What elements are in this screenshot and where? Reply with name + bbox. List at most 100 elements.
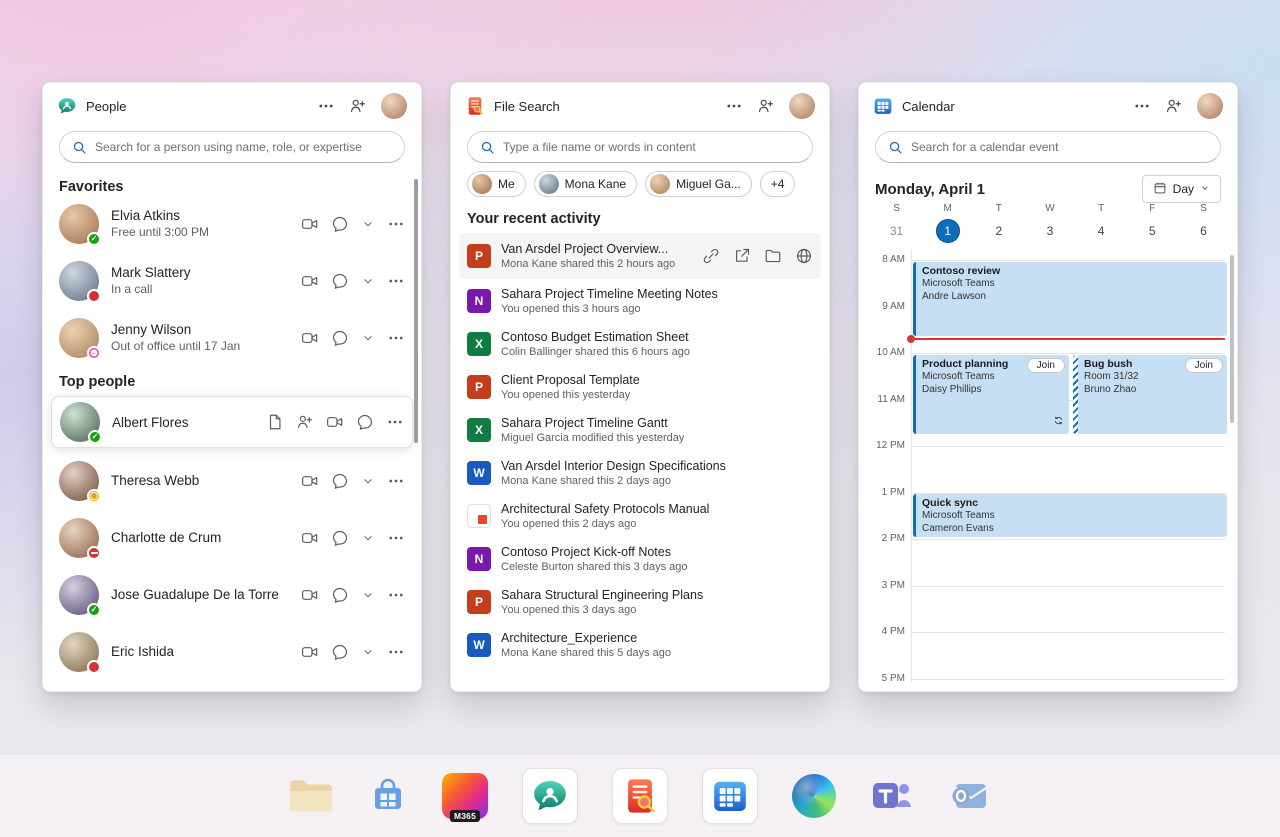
person-add-icon[interactable] (1165, 97, 1183, 115)
filter-chip-more[interactable]: +4 (760, 171, 796, 197)
account-avatar[interactable] (789, 93, 815, 119)
more-icon[interactable] (387, 329, 405, 347)
person-row[interactable]: Mark Slattery In a call (59, 252, 405, 309)
person-row[interactable]: Jenny Wilson Out of office until 17 Jan (59, 309, 405, 366)
more-icon[interactable] (387, 272, 405, 290)
person-row-selected[interactable]: Albert Flores (51, 396, 413, 448)
filter-chip-person[interactable]: Mona Kane (534, 171, 637, 197)
person-row[interactable]: Charlotte de Crum (59, 509, 405, 566)
chevron-down-icon[interactable] (361, 645, 375, 659)
video-call-icon[interactable] (301, 643, 319, 661)
more-icon[interactable] (386, 413, 404, 431)
chevron-down-icon[interactable] (361, 217, 375, 231)
filter-chip-me[interactable]: Me (467, 171, 526, 197)
calendar-app-icon (711, 777, 749, 815)
view-selector-button[interactable]: Day (1142, 175, 1221, 203)
file-row[interactable]: Sahara Structural Engineering Plans You … (459, 580, 821, 623)
video-call-icon[interactable] (301, 586, 319, 604)
join-button[interactable]: Join (1027, 358, 1065, 373)
video-call-icon[interactable] (326, 413, 344, 431)
person-row[interactable]: Eric Ishida (59, 623, 405, 680)
file-row[interactable]: Client Proposal Template You opened this… (459, 365, 821, 408)
file-row[interactable]: Contoso Project Kick-off Notes Celeste B… (459, 537, 821, 580)
chat-icon[interactable] (331, 215, 349, 233)
date-cell[interactable]: 31 (871, 218, 922, 244)
taskbar-m365-icon[interactable]: M365 (442, 773, 488, 819)
document-icon[interactable] (266, 413, 284, 431)
chevron-down-icon[interactable] (361, 274, 375, 288)
globe-icon[interactable] (795, 247, 813, 265)
file-search-input[interactable] (503, 140, 800, 154)
search-icon (72, 140, 87, 155)
chevron-down-icon[interactable] (361, 588, 375, 602)
taskbar-file-search-app[interactable] (612, 768, 668, 824)
more-icon[interactable] (317, 97, 335, 115)
taskbar-calendar-app[interactable] (702, 768, 758, 824)
chat-icon[interactable] (331, 529, 349, 547)
video-call-icon[interactable] (301, 329, 319, 347)
file-meta: You opened this 2 days ago (501, 518, 709, 530)
taskbar-people-app[interactable] (522, 768, 578, 824)
video-call-icon[interactable] (301, 472, 319, 490)
org-chart-icon[interactable] (296, 413, 314, 431)
scrollbar[interactable] (414, 179, 418, 443)
person-row[interactable]: Theresa Webb (59, 452, 405, 509)
event-bug-bush[interactable]: Bug bush Room 31/32 Bruno Zhao Join (1073, 355, 1227, 434)
chat-icon[interactable] (331, 586, 349, 604)
video-call-icon[interactable] (301, 529, 319, 547)
file-row[interactable]: Architectural Safety Protocols Manual Yo… (459, 494, 821, 537)
file-row[interactable]: Sahara Project Timeline Meeting Notes Yo… (459, 279, 821, 322)
more-icon[interactable] (387, 586, 405, 604)
file-row[interactable]: Architecture_Experience Mona Kane shared… (459, 623, 821, 666)
chat-icon[interactable] (356, 413, 374, 431)
taskbar-outlook-icon[interactable] (948, 774, 992, 818)
person-row[interactable]: Jose Guadalupe De la Torre (59, 566, 405, 623)
chat-icon[interactable] (331, 472, 349, 490)
chat-icon[interactable] (331, 272, 349, 290)
calendar-search-input[interactable] (911, 140, 1208, 154)
taskbar-file-explorer-icon[interactable] (288, 777, 334, 815)
more-icon[interactable] (387, 529, 405, 547)
chat-icon[interactable] (331, 643, 349, 661)
folder-icon[interactable] (764, 247, 782, 265)
account-avatar[interactable] (1197, 93, 1223, 119)
scrollbar[interactable] (1230, 255, 1234, 423)
date-cell[interactable]: 4 (1076, 218, 1127, 244)
filter-chip-person[interactable]: Miguel Ga... (645, 171, 752, 197)
more-icon[interactable] (387, 215, 405, 233)
chevron-down-icon[interactable] (361, 474, 375, 488)
date-cell[interactable]: 2 (973, 218, 1024, 244)
chevron-down-icon[interactable] (361, 531, 375, 545)
file-search-app-icon (621, 777, 659, 815)
person-add-icon[interactable] (757, 97, 775, 115)
more-icon[interactable] (387, 643, 405, 661)
file-row[interactable]: Sahara Project Timeline Gantt Miguel Gar… (459, 408, 821, 451)
video-call-icon[interactable] (301, 215, 319, 233)
more-icon[interactable] (725, 97, 743, 115)
date-cell[interactable]: 3 (1024, 218, 1075, 244)
event-product-planning[interactable]: Product planning Microsoft Teams Daisy P… (913, 355, 1069, 434)
person-add-icon[interactable] (349, 97, 367, 115)
chevron-down-icon[interactable] (361, 331, 375, 345)
chat-icon[interactable] (331, 329, 349, 347)
date-cell[interactable]: 6 (1178, 218, 1229, 244)
join-button[interactable]: Join (1185, 358, 1223, 373)
file-row[interactable]: Van Arsdel Interior Design Specification… (459, 451, 821, 494)
date-cell-selected[interactable]: 1 (922, 218, 973, 244)
file-row[interactable]: Van Arsdel Project Overview... Mona Kane… (459, 233, 821, 279)
date-cell[interactable]: 5 (1127, 218, 1178, 244)
person-row[interactable]: Elvia Atkins Free until 3:00 PM (59, 195, 405, 252)
taskbar-store-icon[interactable] (368, 776, 408, 816)
file-row[interactable]: Contoso Budget Estimation Sheet Colin Ba… (459, 322, 821, 365)
people-search-input[interactable] (95, 140, 392, 154)
taskbar-teams-icon[interactable] (870, 774, 914, 818)
video-call-icon[interactable] (301, 272, 319, 290)
more-icon[interactable] (387, 472, 405, 490)
link-icon[interactable] (702, 247, 720, 265)
account-avatar[interactable] (381, 93, 407, 119)
event-quick-sync[interactable]: Quick sync Microsoft Teams Cameron Evans (913, 494, 1227, 537)
more-icon[interactable] (1133, 97, 1151, 115)
share-icon[interactable] (733, 247, 751, 265)
event-contoso-review[interactable]: Contoso review Microsoft Teams Andre Law… (913, 262, 1227, 336)
taskbar-edge-icon[interactable] (792, 774, 836, 818)
